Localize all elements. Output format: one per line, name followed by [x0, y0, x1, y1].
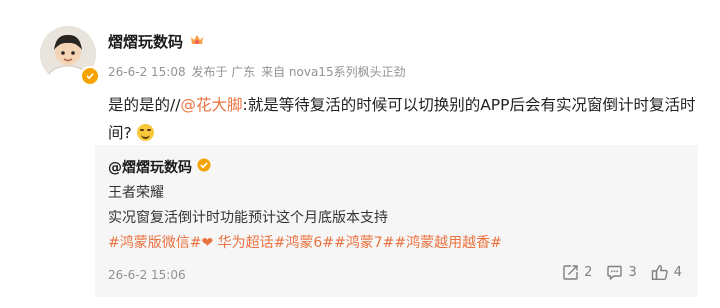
verified-icon — [197, 158, 211, 176]
post-device: 来自 nova15系列枫头正劲 — [261, 65, 406, 79]
mention-link[interactable]: @花大脚 — [180, 96, 242, 114]
post-meta: 26-6-2 15:08 发布于 广东 来自 nova15系列枫头正劲 — [108, 63, 408, 80]
post-location: 发布于 广东 — [191, 65, 256, 79]
quoted-line-1: 王者荣耀 — [108, 185, 164, 201]
fan-badge-icon[interactable] — [189, 32, 205, 52]
quoted-line-2: 实况窗复活倒计时功能预计这个月底版本支持 — [108, 210, 388, 226]
comment-button[interactable]: 3 — [606, 264, 637, 281]
author-row: 熠熠玩数码 — [108, 31, 205, 52]
post-text: 是的是的//@花大脚:就是等待复活的时候可以切换别的APP后会有实况窗倒计时复活… — [108, 91, 698, 147]
laughing-emoji-icon — [136, 124, 154, 141]
post-text-before: 是的是的// — [108, 96, 181, 114]
comment-count: 3 — [628, 265, 637, 280]
repost-icon — [563, 265, 578, 280]
quoted-author[interactable]: @熠熠玩数码 — [108, 157, 192, 177]
comment-icon — [607, 265, 623, 281]
author-name[interactable]: 熠熠玩数码 — [108, 31, 183, 52]
repost-button[interactable]: 2 — [562, 264, 592, 281]
quoted-actions: 2 3 4 — [562, 264, 682, 281]
verified-icon — [80, 66, 100, 86]
quoted-topic-tags[interactable]: #鸿蒙版微信#❤ 华为超话#鸿蒙6##鸿蒙7##鸿蒙越用越香# — [108, 232, 502, 252]
quoted-author-row: @熠熠玩数码 — [108, 157, 211, 177]
post-time[interactable]: 26-6-2 15:08 — [108, 65, 186, 79]
quoted-time[interactable]: 26-6-2 15:06 — [108, 268, 186, 282]
like-icon — [651, 265, 668, 280]
like-button[interactable]: 4 — [651, 264, 682, 281]
quoted-post[interactable]: @熠熠玩数码 王者荣耀 实况窗复活倒计时功能预计这个月底版本支持 #鸿蒙版微信#… — [95, 145, 698, 297]
repost-count: 2 — [584, 265, 593, 280]
like-count: 4 — [673, 265, 682, 280]
